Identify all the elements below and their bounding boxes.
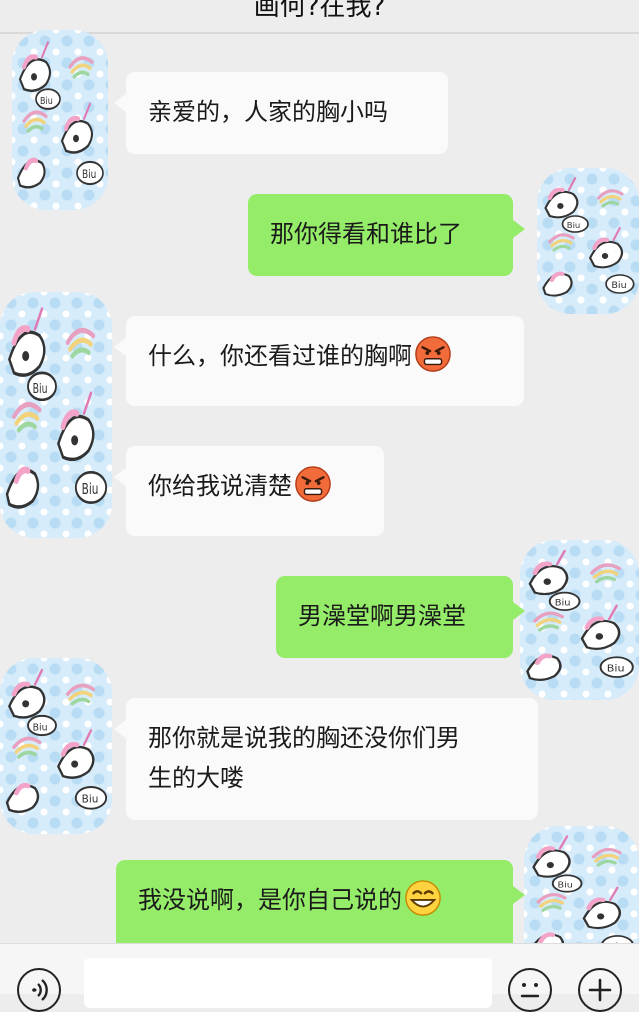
message-text: 什么，你还看过谁的胸啊 bbox=[148, 342, 412, 370]
received-message-bubble[interactable]: 你给我说清楚 bbox=[114, 446, 384, 536]
chat-header: 画何?在我? bbox=[0, 0, 639, 34]
message-text: 男澡堂啊男澡堂 bbox=[298, 602, 466, 630]
my-avatar[interactable] bbox=[520, 540, 639, 700]
voice-icon[interactable] bbox=[17, 968, 61, 1012]
message-text: 亲爱的，人家的胸小吗 bbox=[148, 98, 388, 126]
message-text: 我没说啊，是你自己说的 bbox=[138, 886, 402, 914]
chat-title: 画何?在我? bbox=[253, 0, 386, 22]
contact-avatar[interactable] bbox=[0, 292, 112, 538]
received-message-bubble[interactable]: 什么，你还看过谁的胸啊 bbox=[114, 316, 524, 406]
sent-message-bubble[interactable]: 男澡堂啊男澡堂 bbox=[276, 576, 525, 658]
message-text: 那你得看和谁比了 bbox=[270, 220, 462, 248]
angry-face-icon bbox=[294, 465, 332, 503]
message-text-line: 生的大喽 bbox=[148, 764, 244, 792]
grinning-face-icon bbox=[404, 879, 442, 917]
angry-face-icon bbox=[414, 335, 452, 373]
message-input[interactable] bbox=[84, 958, 492, 1008]
received-message-bubble[interactable]: 亲爱的，人家的胸小吗 bbox=[114, 72, 448, 154]
message-text: 你给我说清楚 bbox=[148, 472, 292, 500]
emoji-icon[interactable] bbox=[508, 968, 552, 1012]
message-text-line: 那你就是说我的胸还没你们男 bbox=[148, 724, 460, 752]
sent-message-bubble[interactable]: 我没说啊，是你自己说的 bbox=[116, 860, 525, 956]
sent-message-bubble[interactable]: 那你得看和谁比了 bbox=[248, 194, 525, 276]
contact-avatar[interactable] bbox=[12, 30, 108, 210]
plus-icon[interactable] bbox=[578, 968, 622, 1012]
received-message-bubble[interactable]: 那你就是说我的胸还没你们男 生的大喽 bbox=[114, 698, 538, 820]
my-avatar[interactable] bbox=[537, 168, 639, 314]
contact-avatar[interactable] bbox=[0, 658, 112, 834]
input-bar bbox=[0, 943, 639, 1012]
